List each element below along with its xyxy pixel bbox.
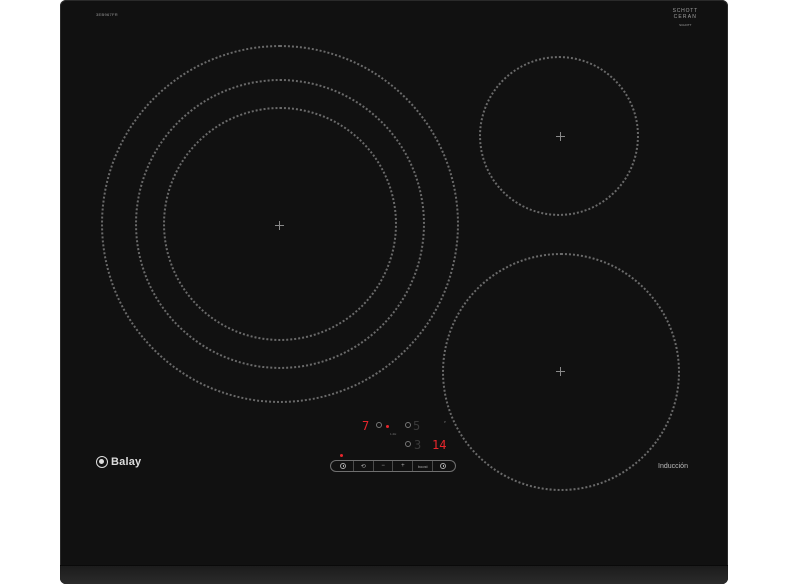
zone-power-display-left: 7 — [362, 419, 370, 433]
small-zone-center-mark — [556, 132, 565, 141]
zone-indicator-top-right — [405, 422, 411, 428]
timer-button[interactable] — [433, 461, 452, 471]
glass-logo: SCHOTT CERAN SCHOTT — [673, 8, 698, 28]
induction-hob: 3EB967FR SCHOTT CERAN SCHOTT 7 1.2H 5 P … — [60, 0, 728, 584]
power-icon: ⟲ — [360, 463, 366, 470]
zone-indicator-left — [376, 422, 382, 428]
zone-power-display-bottom-left: 3 — [414, 438, 422, 452]
boost-button[interactable]: boost — [413, 461, 434, 471]
timer-mark-right: P — [444, 420, 447, 424]
boost-icon: boost — [417, 463, 428, 469]
minus-icon: − — [381, 463, 385, 469]
timer-display: 14 — [432, 438, 447, 452]
zone-power-display-top-right: 5 — [413, 419, 421, 433]
product-photo: 3EB967FR SCHOTT CERAN SCHOTT 7 1.2H 5 P … — [0, 0, 786, 587]
brand-mark-icon — [96, 456, 108, 468]
power-button[interactable]: ⟲ — [354, 461, 374, 471]
model-code: 3EB967FR — [96, 12, 118, 17]
brand-logo: Balay — [96, 456, 141, 468]
timer-mark-left: 1.2H — [390, 432, 397, 436]
clock-button[interactable] — [334, 461, 354, 471]
minus-button[interactable]: − — [374, 461, 394, 471]
timer-icon — [439, 463, 446, 469]
clock-icon — [340, 463, 347, 469]
induction-label: Inducción — [658, 463, 688, 470]
plus-icon: + — [401, 463, 405, 469]
large-zone-center-mark — [275, 221, 284, 230]
medium-zone-center-mark — [556, 367, 565, 376]
brand-name: Balay — [111, 456, 142, 468]
zone-indicator-bottom-left — [405, 441, 411, 447]
glass-logo-line2: CERAN — [673, 14, 698, 20]
hob-front-edge — [60, 565, 728, 584]
touch-bar-led — [340, 454, 343, 457]
active-led-left — [386, 425, 389, 428]
plus-button[interactable]: + — [393, 461, 414, 471]
glass-logo-line3: SCHOTT — [679, 23, 692, 27]
touch-control-bar: ⟲ − + boost — [330, 460, 456, 472]
